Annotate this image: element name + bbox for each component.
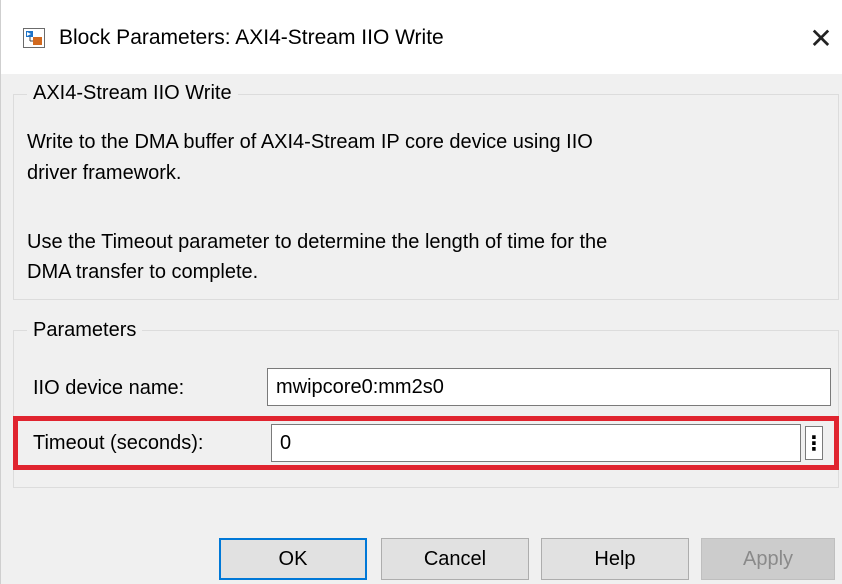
timeout-highlight-box	[13, 416, 839, 470]
apply-button[interactable]: Apply	[701, 538, 835, 580]
iio-device-name-field[interactable]	[267, 368, 831, 406]
description-group-title: AXI4-Stream IIO Write	[27, 81, 238, 105]
description-line-3: Use the Timeout parameter to determine t…	[27, 231, 608, 253]
help-button[interactable]: Help	[541, 538, 689, 580]
parameters-group-title: Parameters	[27, 318, 143, 342]
window-title: Block Parameters: AXI4-Stream IIO Write	[59, 26, 444, 49]
iio-device-name-label: IIO device name:	[33, 377, 185, 399]
title-bar[interactable]: Block Parameters: AXI4-Stream IIO Write …	[1, 0, 842, 74]
description-line-2: driver framework.	[27, 162, 182, 184]
cancel-button[interactable]: Cancel	[381, 538, 529, 580]
description-line-1: Write to the DMA buffer of AXI4-Stream I…	[27, 131, 593, 153]
block-parameters-dialog: Block Parameters: AXI4-Stream IIO Write …	[0, 0, 842, 584]
ok-button[interactable]: OK	[219, 538, 367, 580]
description-line-4: DMA transfer to complete.	[27, 261, 259, 283]
simulink-block-icon	[23, 28, 45, 48]
close-icon[interactable]: ✕	[801, 18, 841, 58]
